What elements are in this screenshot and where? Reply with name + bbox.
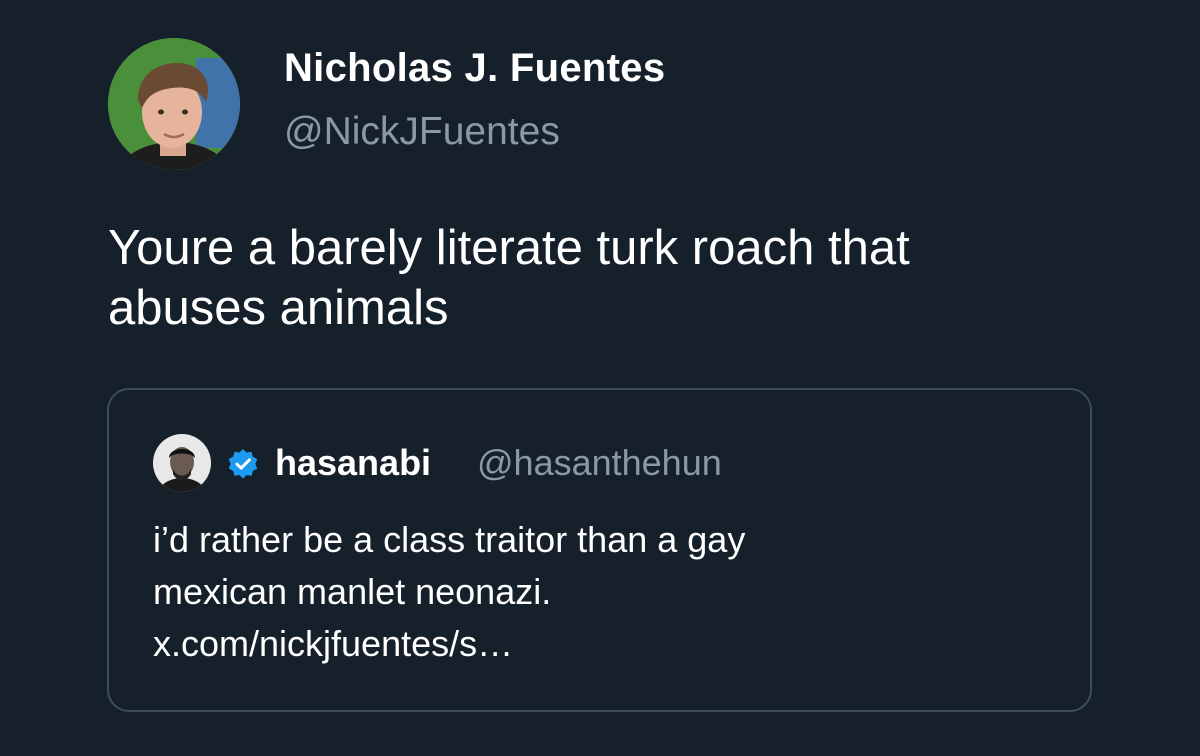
quoted-text-line: mexican manlet neonazi. — [153, 571, 552, 612]
quoted-tweet-link[interactable]: x.com/nickjfuentes/s… — [153, 618, 1053, 670]
quoted-tweet-text: i’d rather be a class traitor than a gay… — [153, 514, 1053, 670]
tweet: Nicholas J. Fuentes @NickJFuentes Youre … — [0, 0, 1200, 756]
verified-badge-icon — [228, 449, 258, 479]
quoted-tweet-card[interactable]: hasanabi @hasanthehun i’d rather be a cl… — [107, 388, 1092, 712]
tweet-text-line: abuses animals — [108, 281, 449, 335]
tweet-text-line: Youre a barely literate turk roach that — [108, 221, 910, 275]
quoted-author-handle[interactable]: @hasanthehun — [477, 442, 722, 484]
quoted-text-line: i’d rather be a class traitor than a gay — [153, 519, 746, 560]
author-avatar[interactable] — [108, 38, 240, 170]
author-display-name[interactable]: Nicholas J. Fuentes — [284, 46, 665, 91]
author-handle[interactable]: @NickJFuentes — [284, 110, 560, 154]
tweet-text: Youre a barely literate turk roach that … — [108, 218, 1128, 338]
quoted-author-avatar[interactable] — [153, 434, 211, 492]
quoted-author-display-name[interactable]: hasanabi — [275, 442, 431, 484]
